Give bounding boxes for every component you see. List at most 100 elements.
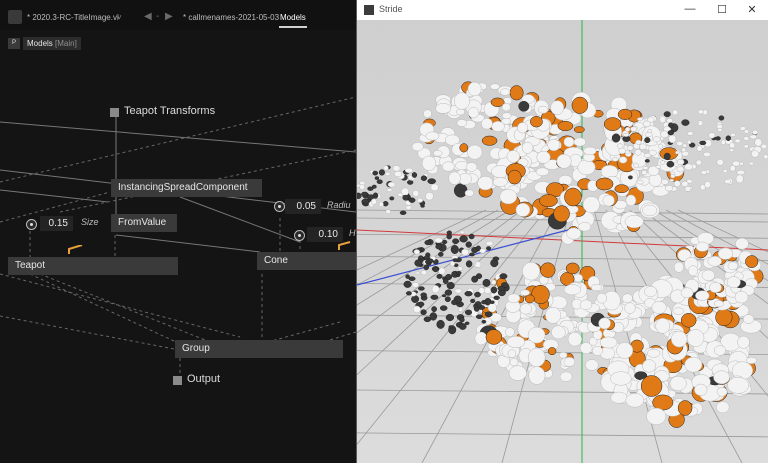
- radius-value-box[interactable]: 0.05: [285, 199, 321, 214]
- instanced-object: [459, 317, 465, 323]
- instanced-object: [745, 255, 759, 268]
- instanced-object: [374, 176, 380, 180]
- instanced-object: [651, 301, 667, 314]
- tab-titleimage[interactable]: * 2020.3-RC-TitleImage.vl: [27, 13, 119, 22]
- instanced-object: [466, 144, 483, 160]
- instanced-object: [458, 323, 467, 330]
- instanced-object: [571, 96, 589, 114]
- instanced-object: [372, 170, 379, 176]
- height-value-box[interactable]: 0.10: [307, 227, 343, 242]
- radius-pin-knob-icon[interactable]: [274, 201, 285, 212]
- instanced-object: [540, 262, 556, 278]
- instanced-object: [481, 299, 488, 305]
- breadcrumb-name: Models: [27, 39, 53, 48]
- height-pin-knob-icon[interactable]: [294, 230, 305, 241]
- instanced-object: [474, 331, 488, 346]
- instanced-object: [402, 194, 409, 201]
- breadcrumb[interactable]: Models [Main]: [23, 37, 81, 50]
- fromvalue-node[interactable]: FromValue: [111, 214, 177, 232]
- size-value-box[interactable]: 0.15: [40, 216, 73, 231]
- tab-callmenames[interactable]: * callmenames-2021-05-03: [183, 13, 279, 22]
- instanced-object: [370, 198, 377, 205]
- output-pin[interactable]: [173, 376, 182, 385]
- teapot-node[interactable]: Teapot: [8, 257, 178, 275]
- instanced-object: [547, 138, 561, 152]
- instanced-object: [464, 309, 473, 316]
- instanced-object: [585, 359, 599, 371]
- instanced-object: [681, 147, 687, 153]
- instanced-object: [717, 247, 734, 260]
- instanced-object: [451, 299, 458, 306]
- instanced-object: [536, 150, 551, 164]
- instanced-object: [394, 170, 403, 178]
- instanced-object: [441, 161, 455, 172]
- instanced-object: [708, 132, 716, 139]
- instanced-object: [618, 156, 628, 164]
- instanced-object: [565, 262, 580, 275]
- instanced-object: [553, 205, 570, 223]
- group-node[interactable]: Group: [175, 340, 343, 358]
- instanced-object: [468, 233, 475, 240]
- instanced-object: [663, 111, 671, 118]
- instanced-object: [680, 313, 697, 328]
- tab-menu-chevron-icon[interactable]: ˅: [117, 13, 122, 22]
- instanced-object: [624, 215, 644, 229]
- teapot-transforms-pin[interactable]: [110, 108, 119, 117]
- instanced-object: [659, 160, 666, 165]
- patch-p-button[interactable]: P: [8, 38, 20, 49]
- instanced-object: [664, 185, 674, 192]
- instanced-object: [458, 307, 463, 312]
- instanced-object: [520, 289, 530, 296]
- instanced-object: [401, 187, 410, 196]
- instanced-object: [414, 259, 423, 267]
- maximize-icon[interactable]: ☐: [715, 3, 729, 16]
- instanced-object: [567, 331, 583, 347]
- instanced-object: [642, 359, 656, 373]
- instanced-object: [491, 121, 505, 132]
- instanced-object: [465, 260, 473, 268]
- instanced-object: [450, 245, 459, 254]
- instancing-spread-component-node[interactable]: InstancingSpreadComponent: [111, 179, 262, 197]
- instanced-object: [446, 230, 452, 235]
- patch-canvas[interactable]: Teapot Transforms InstancingSpreadCompon…: [0, 52, 356, 463]
- instanced-object: [621, 293, 633, 304]
- instanced-object: [361, 191, 369, 197]
- tab-models[interactable]: Models: [280, 13, 306, 22]
- instanced-object: [456, 119, 468, 127]
- nav-forward-icon[interactable]: ▶: [165, 11, 173, 22]
- instanced-object: [420, 270, 427, 276]
- instanced-object: [628, 175, 633, 180]
- instanced-object: [722, 169, 728, 174]
- size-pin-knob-icon[interactable]: [26, 219, 37, 230]
- instanced-object: [474, 291, 481, 298]
- close-icon[interactable]: ✕: [745, 3, 759, 16]
- instanced-object: [435, 243, 442, 250]
- instanced-object: [481, 117, 493, 130]
- instanced-object: [519, 303, 533, 315]
- nav-back-icon[interactable]: ◀: [144, 11, 152, 22]
- render-viewport[interactable]: [357, 20, 768, 463]
- instanced-object: [624, 302, 636, 314]
- instanced-object: [436, 273, 443, 279]
- instanced-object: [452, 238, 460, 245]
- minimize-icon[interactable]: —: [683, 3, 697, 15]
- instanced-object: [598, 317, 611, 330]
- instanced-object: [524, 294, 535, 304]
- instanced-object: [563, 136, 575, 148]
- instanced-object: [625, 194, 637, 207]
- instanced-object: [644, 159, 650, 163]
- instanced-object: [596, 292, 608, 304]
- instanced-object: [507, 293, 521, 304]
- instanced-object: [682, 143, 688, 148]
- instanced-object: [436, 319, 445, 329]
- stride-render-window: Stride — ☐ ✕: [357, 0, 768, 463]
- instanced-object: [763, 154, 768, 160]
- instanced-object: [441, 239, 448, 245]
- instanced-object: [735, 237, 749, 250]
- app-menu-icon[interactable]: [8, 10, 22, 24]
- instanced-object: [684, 356, 703, 373]
- instanced-object: [454, 92, 470, 110]
- stride-title-bar[interactable]: Stride — ☐ ✕: [357, 0, 768, 20]
- instanced-object: [695, 241, 710, 252]
- cone-node[interactable]: Cone: [257, 252, 356, 270]
